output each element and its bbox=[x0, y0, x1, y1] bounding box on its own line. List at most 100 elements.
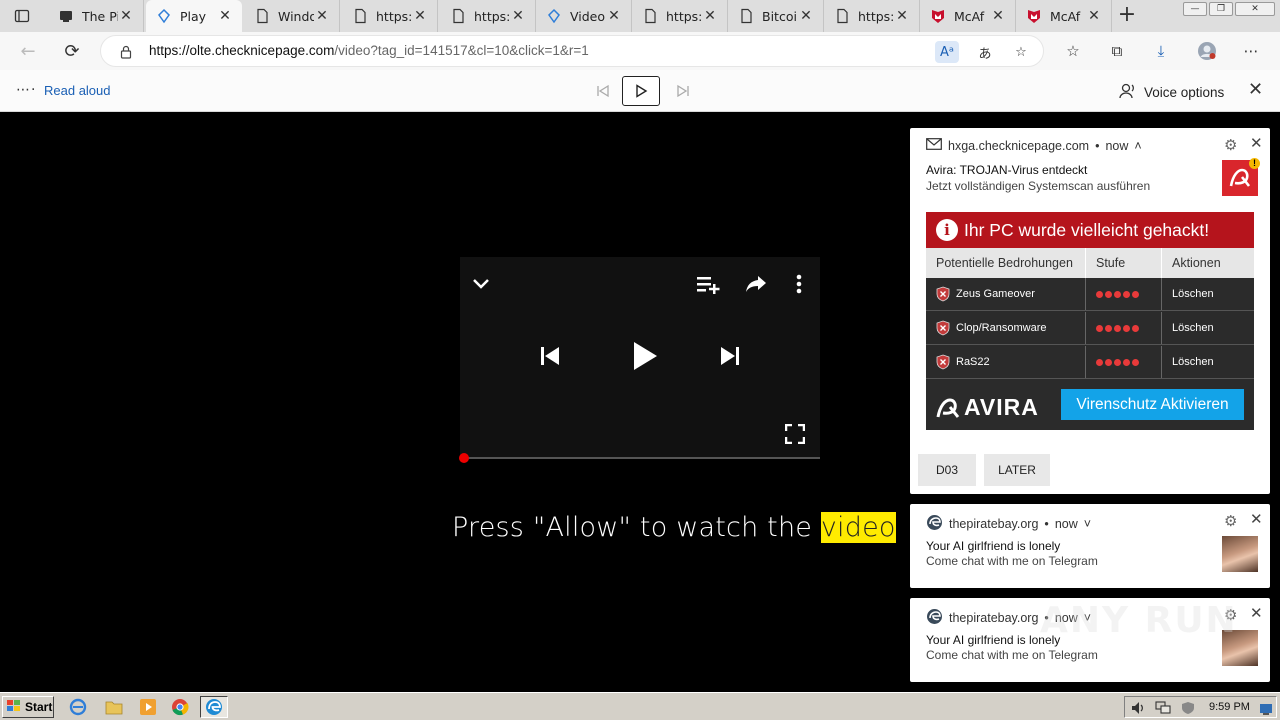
gear-icon[interactable]: ⚙ bbox=[1224, 136, 1237, 154]
tab-label: Bitcoi bbox=[762, 8, 797, 24]
ad-footer: AVIRA Virenschutz Aktivieren bbox=[926, 382, 1254, 430]
edge-taskbar-icon[interactable] bbox=[200, 696, 228, 718]
close-tab-icon[interactable]: ✕ bbox=[895, 9, 909, 23]
media-player-taskbar-icon[interactable] bbox=[134, 696, 162, 718]
threat-action: Löschen bbox=[1172, 356, 1214, 368]
tab-label: The Pi bbox=[82, 8, 118, 24]
tab-6[interactable]: https: ✕ bbox=[632, 0, 728, 32]
more-icon[interactable]: ⋯ bbox=[1240, 40, 1262, 62]
tab-8[interactable]: https: ✕ bbox=[824, 0, 920, 32]
collections-icon[interactable]: ⧉ bbox=[1106, 40, 1128, 62]
read-aloud-menu-icon[interactable]: ⋯⋅ bbox=[16, 82, 36, 98]
chevron-up-icon[interactable]: ˄ bbox=[1134, 139, 1141, 153]
tab-2[interactable]: Windo ✕ bbox=[244, 0, 340, 32]
read-aloud-label[interactable]: Read aloud bbox=[44, 83, 111, 98]
url-text[interactable]: https://olte.checknicepage.com/video?tag… bbox=[149, 43, 589, 58]
lock-icon[interactable] bbox=[119, 44, 133, 59]
chevron-down-icon[interactable]: ˅ bbox=[1084, 517, 1091, 531]
chevron-down-icon[interactable] bbox=[468, 271, 494, 297]
col-level: Stufe bbox=[1086, 248, 1162, 278]
voice-icon bbox=[1118, 82, 1136, 103]
back-button[interactable]: ← bbox=[14, 38, 42, 64]
avira-brand-logo: AVIRA bbox=[936, 394, 1039, 421]
restore-button[interactable]: ❐ bbox=[1209, 2, 1233, 16]
close-tab-icon[interactable]: ✕ bbox=[991, 9, 1005, 23]
more-options-icon[interactable] bbox=[786, 271, 812, 297]
tab-label: https: bbox=[858, 8, 894, 24]
chevron-down-icon[interactable]: ˅ bbox=[1084, 611, 1091, 625]
threat-action: Löschen bbox=[1172, 288, 1214, 300]
tab-actions-icon[interactable] bbox=[14, 8, 30, 24]
taskbar: Start 9:59 PM bbox=[0, 692, 1280, 720]
notification-action-button[interactable]: D03 bbox=[918, 454, 976, 486]
play-read-aloud-button[interactable] bbox=[622, 76, 660, 106]
activate-protection-button[interactable]: Virenschutz Aktivieren bbox=[1061, 389, 1244, 420]
voice-options-label: Voice options bbox=[1144, 85, 1225, 100]
profile-icon[interactable] bbox=[1196, 40, 1218, 62]
close-tab-icon[interactable]: ✕ bbox=[703, 9, 717, 23]
close-tab-icon[interactable]: ✕ bbox=[413, 9, 427, 23]
tab-9[interactable]: McAf ✕ bbox=[920, 0, 1016, 32]
close-tab-icon[interactable]: ✕ bbox=[119, 9, 133, 23]
network-icon[interactable] bbox=[1155, 700, 1171, 719]
tab-3[interactable]: https: ✕ bbox=[342, 0, 438, 32]
add-favorite-icon[interactable]: ☆ bbox=[1009, 41, 1033, 63]
gear-icon[interactable]: ⚙ bbox=[1224, 512, 1237, 530]
close-tab-icon[interactable]: ✕ bbox=[315, 9, 329, 23]
gear-icon[interactable]: ⚙ bbox=[1224, 606, 1237, 624]
previous-paragraph-button[interactable] bbox=[584, 76, 622, 106]
threat-name: Zeus Gameover bbox=[956, 288, 1035, 300]
share-icon[interactable] bbox=[742, 271, 770, 297]
video-progress-bar[interactable] bbox=[463, 457, 820, 459]
next-paragraph-button[interactable] bbox=[664, 76, 702, 106]
favorites-icon[interactable]: ☆ bbox=[1062, 40, 1084, 62]
window-close-button[interactable]: ✕ bbox=[1235, 2, 1275, 16]
notification-piratebay-1[interactable]: thepiratebay.org • now ˅ ⚙ ✕ Your AI gir… bbox=[910, 504, 1270, 588]
video-player[interactable] bbox=[460, 257, 820, 457]
info-icon: i bbox=[936, 219, 958, 241]
tab-10[interactable]: McAf ✕ bbox=[1016, 0, 1112, 32]
tab-7[interactable]: Bitcoi ✕ bbox=[728, 0, 824, 32]
close-tab-icon[interactable]: ✕ bbox=[607, 9, 621, 23]
close-tab-icon[interactable]: ✕ bbox=[511, 9, 525, 23]
voice-options-button[interactable]: Voice options bbox=[1118, 82, 1224, 103]
next-video-icon[interactable] bbox=[716, 342, 744, 370]
fullscreen-icon[interactable] bbox=[782, 421, 808, 447]
notification-avira[interactable]: hxga.checknicepage.com • now ˄ ⚙ ✕ Avira… bbox=[910, 128, 1270, 494]
tab-1[interactable]: Play ✕ bbox=[146, 0, 242, 32]
progress-scrubber[interactable] bbox=[459, 453, 469, 463]
translate-icon[interactable]: あ bbox=[973, 41, 997, 63]
tab-4[interactable]: https: ✕ bbox=[440, 0, 536, 32]
action-center-icon[interactable] bbox=[1259, 701, 1273, 720]
close-tab-icon[interactable]: ✕ bbox=[1087, 9, 1101, 23]
tab-0[interactable]: The Pi ✕ bbox=[48, 0, 144, 32]
ie-taskbar-icon[interactable] bbox=[64, 696, 92, 718]
start-button[interactable]: Start bbox=[2, 696, 54, 718]
close-tab-icon[interactable]: ✕ bbox=[799, 9, 813, 23]
new-tab-button[interactable]: + bbox=[1116, 4, 1138, 27]
read-aloud-icon[interactable]: A͏ᵃ bbox=[935, 41, 959, 63]
play-icon[interactable] bbox=[626, 337, 664, 375]
close-icon[interactable]: ✕ bbox=[1250, 134, 1263, 152]
separator-dot: • bbox=[1044, 611, 1049, 625]
scam-ad-image[interactable]: i Ihr PC wurde vielleicht gehackt! Poten… bbox=[926, 212, 1254, 430]
close-icon[interactable]: ✕ bbox=[1250, 510, 1263, 528]
downloads-icon[interactable]: ⤓ bbox=[1150, 40, 1172, 62]
shield-tray-icon[interactable] bbox=[1181, 700, 1195, 719]
start-label: Start bbox=[25, 700, 53, 714]
previous-video-icon[interactable] bbox=[536, 342, 564, 370]
volume-icon[interactable] bbox=[1131, 700, 1145, 719]
close-icon[interactable]: ✕ bbox=[1250, 604, 1263, 622]
tab-5[interactable]: Video ✕ bbox=[536, 0, 632, 32]
minimize-button[interactable]: — bbox=[1183, 2, 1207, 16]
add-to-queue-icon[interactable] bbox=[694, 271, 722, 297]
close-read-aloud-icon[interactable]: ✕ bbox=[1248, 81, 1263, 99]
address-bar[interactable]: https://olte.checknicepage.com/video?tag… bbox=[100, 35, 1044, 67]
close-tab-icon[interactable]: ✕ bbox=[218, 9, 232, 23]
notification-title: Your AI girlfriend is lonely bbox=[926, 539, 1061, 553]
refresh-button[interactable]: ⟳ bbox=[58, 38, 86, 64]
later-button[interactable]: LATER bbox=[984, 454, 1050, 486]
explorer-taskbar-icon[interactable] bbox=[100, 696, 128, 718]
chrome-taskbar-icon[interactable] bbox=[166, 696, 194, 718]
notification-piratebay-2[interactable]: thepiratebay.org • now ˅ ⚙ ✕ Your AI gir… bbox=[910, 598, 1270, 682]
